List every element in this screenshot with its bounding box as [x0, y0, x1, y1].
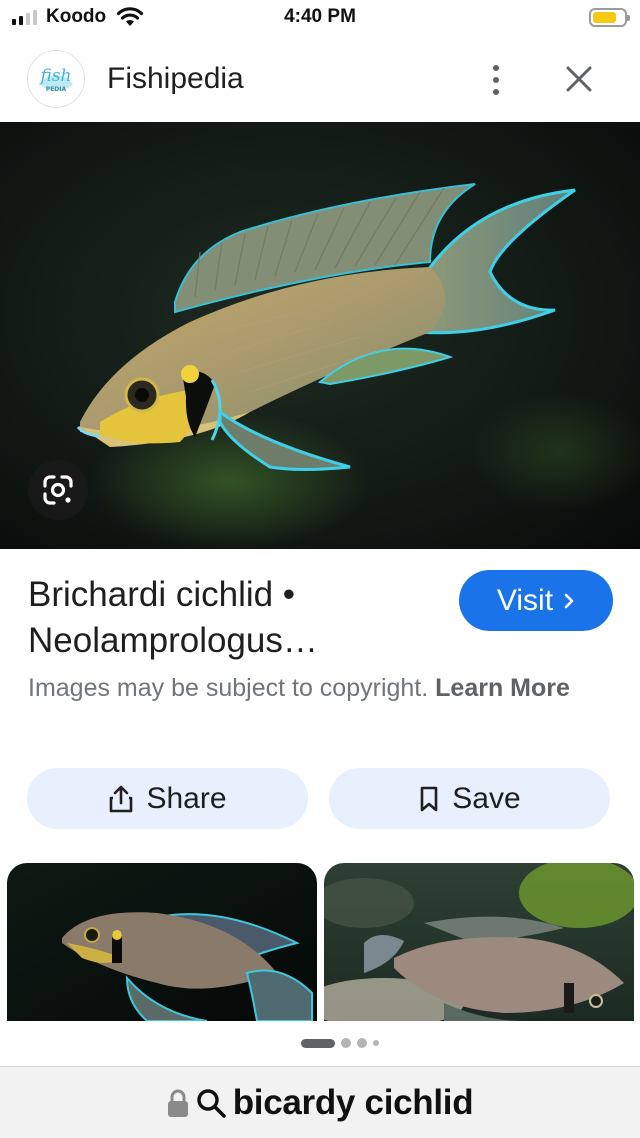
main-result-image[interactable] [0, 122, 640, 549]
site-logo: fish PEDIA [27, 50, 85, 108]
learn-more-link[interactable]: Learn More [435, 674, 570, 702]
related-image[interactable] [324, 863, 634, 1021]
pager-dot[interactable] [357, 1038, 367, 1048]
close-button[interactable] [560, 60, 598, 98]
chevron-right-icon [564, 593, 574, 608]
related-image[interactable] [7, 863, 317, 1021]
related-fish-photo-2 [324, 863, 634, 1021]
visual-search-button[interactable] [28, 460, 88, 520]
pager-dot[interactable] [373, 1040, 379, 1046]
visit-label: Visit [496, 583, 554, 617]
status-bar: Koodo 4:40 PM [0, 0, 640, 36]
save-button[interactable]: Save [329, 768, 610, 829]
share-button[interactable]: Share [27, 768, 308, 829]
google-lens-icon [43, 475, 73, 505]
related-fish-photo-1 [7, 863, 317, 1021]
status-time: 4:40 PM [284, 6, 356, 27]
battery-level [593, 12, 617, 23]
share-label: Share [146, 781, 227, 815]
visit-button[interactable]: Visit [459, 570, 613, 631]
result-title[interactable]: Brichardi cichlid • Neolamprologus… [28, 572, 438, 664]
pager-dot-active[interactable] [301, 1038, 335, 1048]
result-header: fish PEDIA Fishipedia [0, 36, 640, 122]
more-options-button[interactable] [480, 58, 512, 102]
battery-icon [589, 8, 630, 27]
image-pager [0, 1038, 640, 1048]
site-name[interactable]: Fishipedia [107, 62, 244, 96]
more-vert-icon [493, 65, 499, 71]
copyright-text: Images may be subject to copyright. [28, 674, 429, 702]
lock-icon [167, 1089, 188, 1117]
search-query[interactable]: bicardy cichlid [233, 1083, 474, 1123]
pager-dot[interactable] [341, 1038, 351, 1048]
cichlid-photo [0, 122, 640, 549]
logo-subtext: PEDIA [46, 86, 67, 93]
logo-text: fish [38, 66, 71, 86]
share-icon [110, 785, 133, 812]
search-icon [197, 1088, 226, 1118]
fishipedia-logo-icon: fish PEDIA [38, 66, 73, 93]
bookmark-icon [420, 786, 438, 811]
address-bar[interactable]: bicardy cichlid [0, 1066, 640, 1138]
save-label: Save [452, 781, 521, 815]
copyright-notice: Images may be subject to copyright. Lear… [28, 670, 588, 706]
